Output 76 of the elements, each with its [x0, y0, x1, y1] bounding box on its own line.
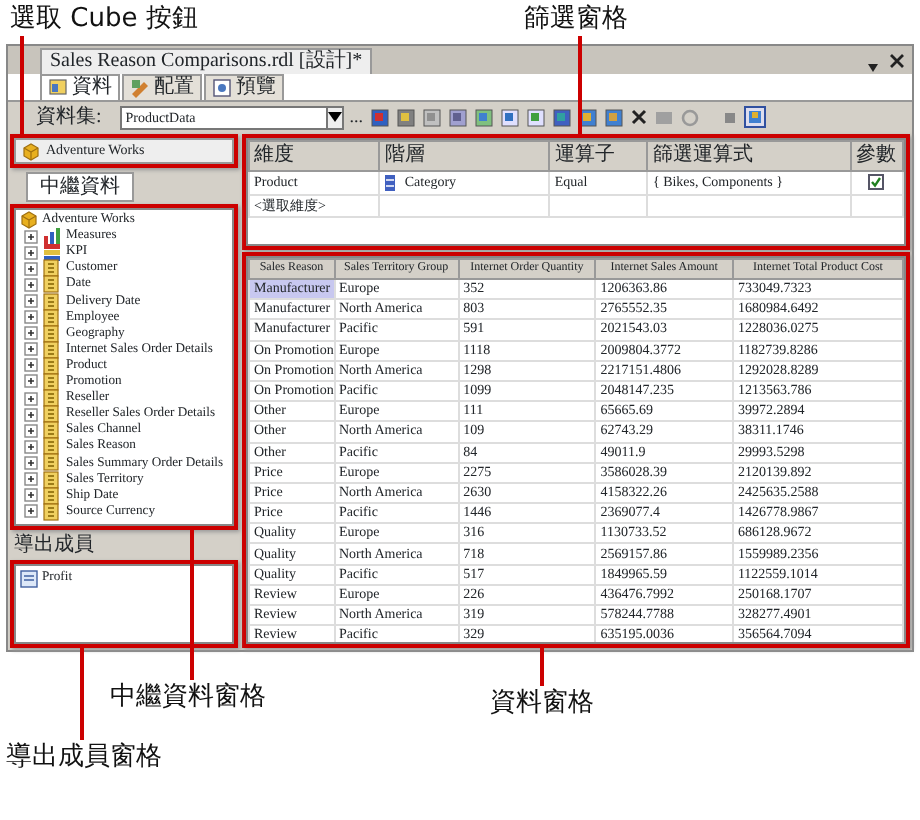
expand-icon[interactable] — [24, 342, 38, 357]
dimension-icon — [42, 420, 62, 441]
dataset-label: 資料集: — [36, 103, 102, 132]
column-header[interactable]: 運算子 — [549, 141, 648, 171]
expand-icon[interactable] — [24, 358, 38, 373]
column-header[interactable]: 篩選運算式 — [647, 141, 851, 171]
dimension-icon — [42, 291, 62, 312]
callout-label: 選取 Cube 按鈕 — [10, 6, 198, 32]
expand-icon[interactable] — [24, 374, 38, 389]
toolbar-icon[interactable] — [447, 107, 468, 127]
expand-icon[interactable] — [24, 423, 38, 438]
close-icon[interactable] — [888, 52, 906, 70]
tab[interactable]: 預覽 — [204, 74, 284, 100]
toolbar-icon[interactable] — [743, 106, 766, 128]
expand-icon[interactable] — [24, 407, 38, 422]
checkbox[interactable] — [868, 174, 885, 191]
bar-chart-icon — [42, 226, 62, 247]
leader-line — [80, 648, 84, 740]
dimension-icon — [42, 274, 62, 295]
expand-icon[interactable] — [24, 294, 38, 309]
callout-label: 導出成員窗格 — [6, 744, 162, 770]
expand-icon[interactable] — [24, 488, 38, 503]
dimension-icon — [42, 485, 62, 506]
expand-icon[interactable] — [24, 310, 38, 325]
toolbar-icon[interactable] — [369, 107, 390, 127]
expand-icon[interactable] — [24, 261, 38, 276]
tab-icon — [130, 78, 150, 98]
expand-icon[interactable] — [24, 245, 38, 260]
dimension-icon — [42, 371, 62, 392]
toolbar-icon[interactable] — [499, 107, 520, 127]
tab-icon — [48, 78, 68, 98]
dimension-icon — [42, 469, 62, 490]
toolbar-icon[interactable] — [603, 107, 624, 127]
metadata-tab[interactable]: 中繼資料 — [26, 172, 134, 202]
toolbar-icon[interactable] — [525, 107, 546, 127]
column-header[interactable]: 階層 — [379, 141, 550, 171]
cube-icon — [22, 141, 40, 161]
delete-icon[interactable] — [629, 108, 648, 126]
toolbar-icon[interactable] — [473, 107, 494, 127]
callout-label: 中繼資料窗格 — [110, 684, 266, 710]
cube-icon — [20, 210, 38, 231]
leader-line — [20, 36, 24, 134]
dimension-icon — [42, 307, 62, 328]
dimension-icon — [42, 436, 62, 457]
leader-line — [540, 648, 544, 686]
expand-icon[interactable] — [24, 326, 38, 341]
dimension-icon — [42, 323, 62, 344]
expand-icon[interactable] — [24, 439, 38, 454]
expand-icon[interactable] — [24, 472, 38, 487]
dimension-icon — [42, 452, 62, 473]
derived-members-header: 導出成員 — [14, 532, 96, 558]
callout-label: 篩選窗格 — [524, 6, 628, 32]
hierarchy-icon — [384, 173, 397, 192]
expand-icon[interactable] — [24, 455, 38, 470]
column-header[interactable]: 參數 — [850, 141, 903, 171]
document-tab[interactable]: Sales Reason Comparisons.rdl [設計]* — [40, 48, 373, 74]
expand-icon[interactable] — [24, 391, 38, 406]
tab[interactable]: 資料 — [40, 74, 120, 100]
expand-icon[interactable] — [24, 229, 38, 244]
expand-icon[interactable] — [24, 504, 38, 519]
tab[interactable]: 配置 — [122, 74, 202, 100]
column-header[interactable]: 維度 — [249, 141, 380, 171]
expand-icon[interactable] — [24, 277, 38, 292]
toolbar-icon[interactable] — [395, 107, 416, 127]
dimension-icon — [42, 339, 62, 360]
caret-icon[interactable] — [327, 112, 342, 122]
dimension-icon — [42, 258, 62, 279]
toolbar-icon[interactable] — [551, 107, 572, 127]
dimension-icon — [42, 355, 62, 376]
dimension-icon — [42, 388, 62, 409]
callout-label: 資料窗格 — [490, 690, 594, 716]
member-icon — [20, 569, 38, 588]
ellipsis-button[interactable]: ... — [349, 103, 364, 131]
leader-line — [578, 36, 582, 134]
dimension-icon — [42, 501, 62, 522]
dimension-icon — [42, 404, 62, 425]
